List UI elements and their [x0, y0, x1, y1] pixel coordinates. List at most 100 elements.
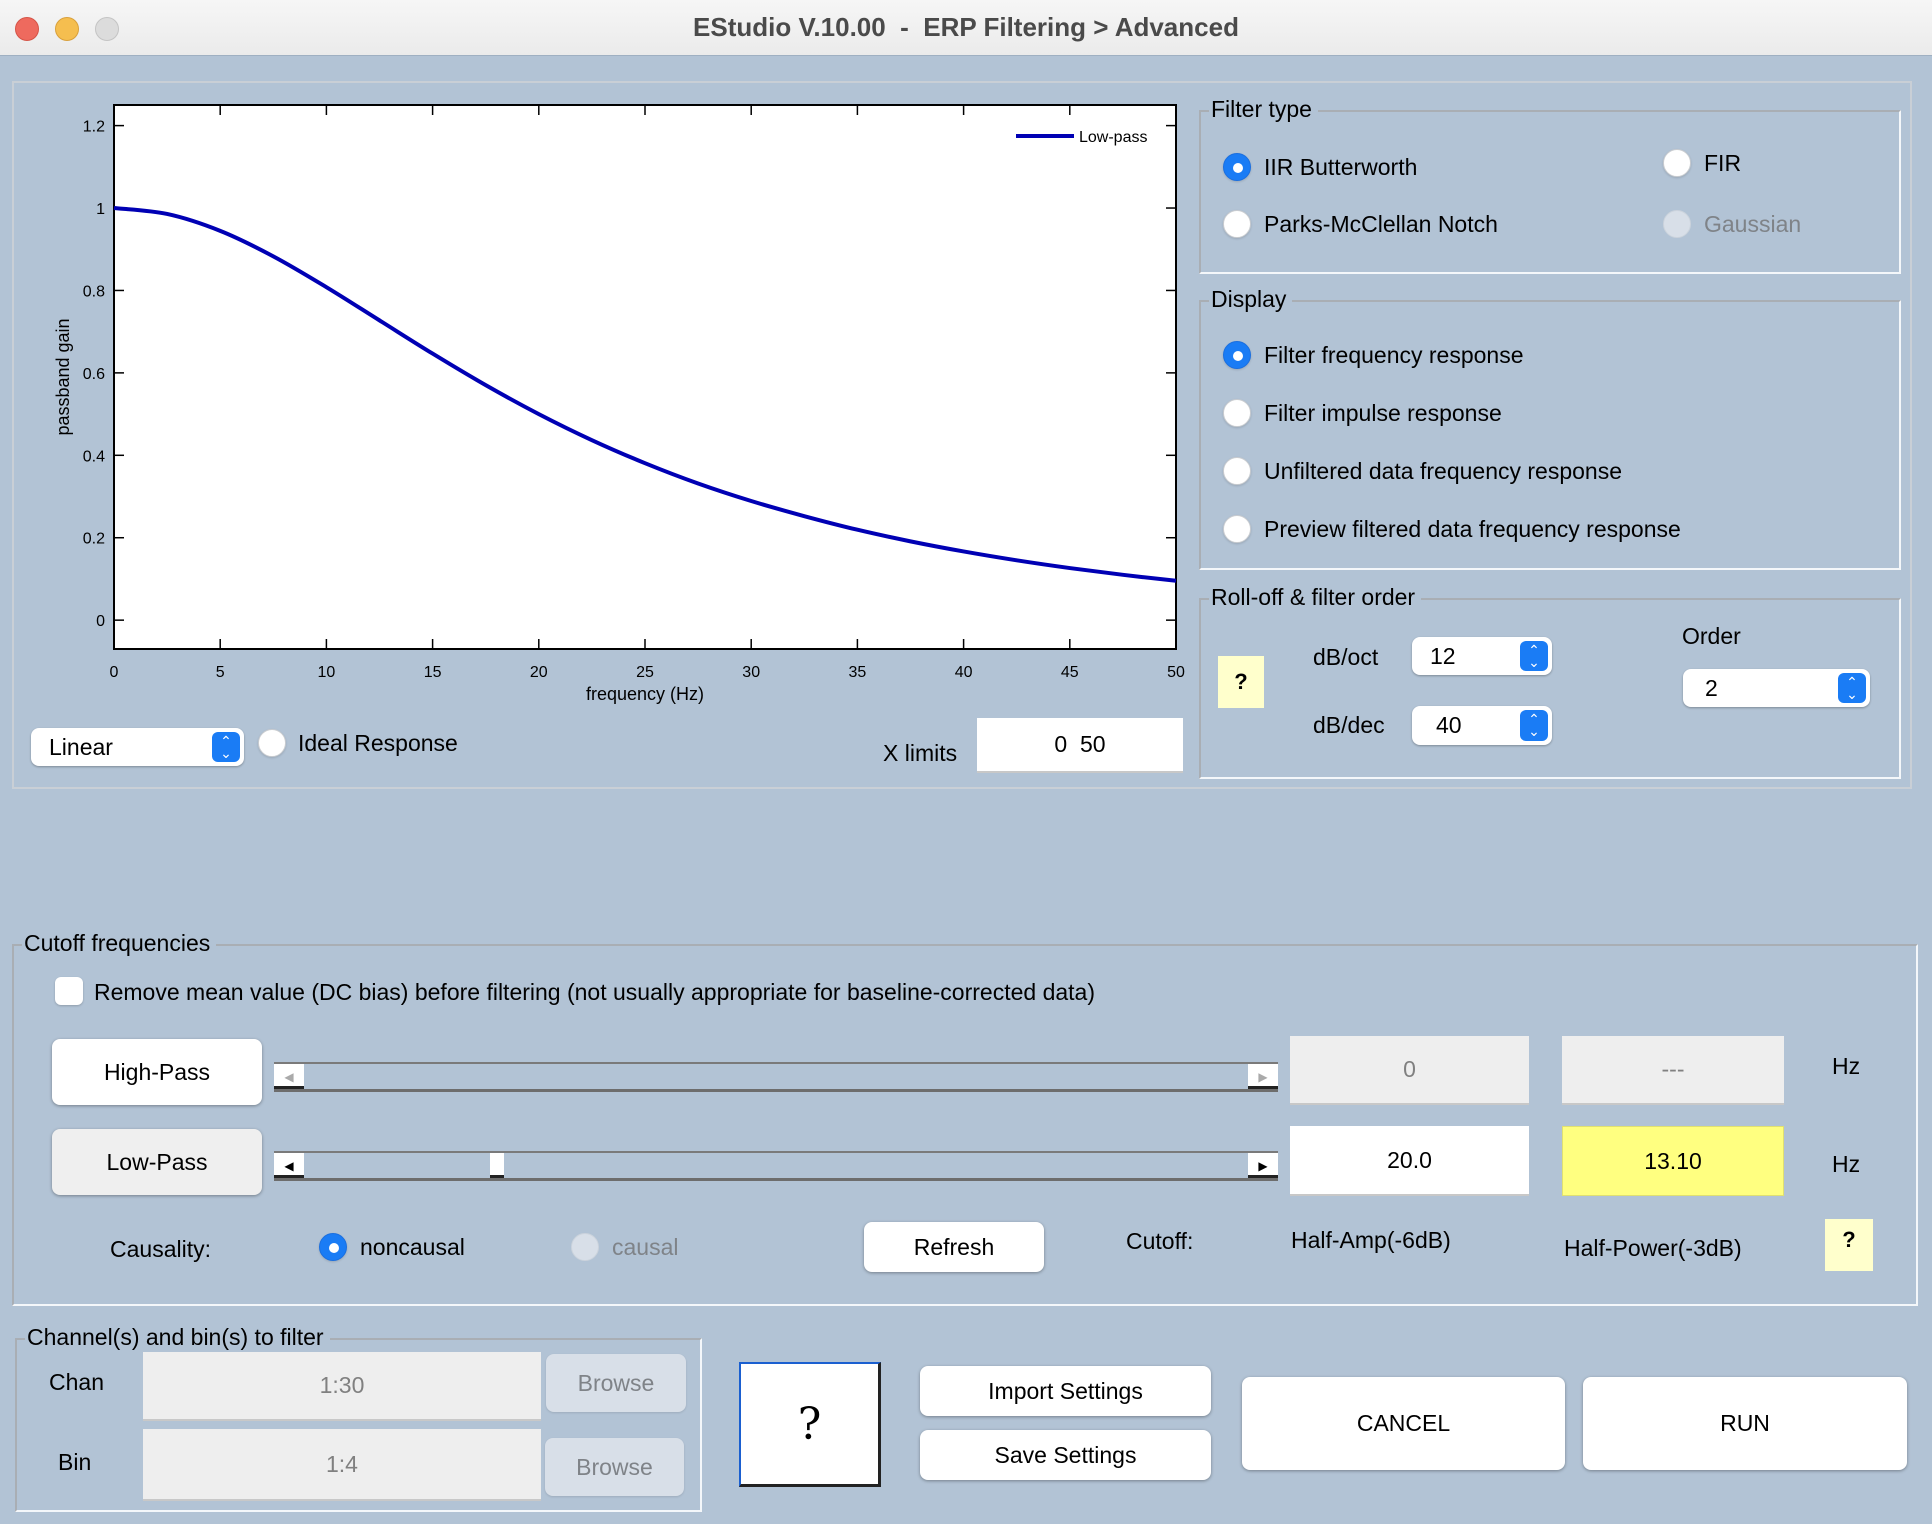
- window-title: EStudio V.10.00 - ERP Filtering > Advanc…: [693, 12, 1239, 42]
- filter-type-gaussian-radio: [1663, 210, 1691, 238]
- causal-label: causal: [612, 1234, 679, 1260]
- scale-select-value: Linear: [49, 734, 113, 760]
- display-preview-filtered-label: Preview filtered data frequency response: [1264, 516, 1681, 542]
- y-tick-label: 1.2: [83, 119, 105, 136]
- save-settings-button[interactable]: Save Settings: [920, 1430, 1211, 1480]
- order-select[interactable]: 2 ⌃ ⌄: [1683, 669, 1870, 707]
- high-pass-slider[interactable]: ◀ ▶: [274, 1062, 1278, 1092]
- run-button[interactable]: RUN: [1583, 1377, 1907, 1470]
- slider-left-arrow-icon[interactable]: ◀: [274, 1153, 304, 1178]
- filter-type-parks-mcclellan-radio[interactable]: [1223, 210, 1251, 238]
- question-mark-icon: ?: [797, 1398, 822, 1450]
- ideal-response-label: Ideal Response: [298, 730, 458, 756]
- low-pass-half-power-field[interactable]: 13.10: [1562, 1126, 1784, 1196]
- display-frequency-response-radio[interactable]: [1223, 341, 1251, 369]
- low-pass-half-amp-field[interactable]: 20.0: [1290, 1126, 1529, 1196]
- title-bar: EStudio V.10.00 - ERP Filtering > Advanc…: [0, 0, 1932, 56]
- db-oct-select[interactable]: 12 ⌃ ⌄: [1412, 637, 1552, 675]
- refresh-button[interactable]: Refresh: [864, 1222, 1044, 1272]
- filter-type-fir-label: FIR: [1704, 150, 1742, 176]
- x-tick-label: 15: [424, 664, 442, 681]
- filter-type-parks-mcclellan-label: Parks-McClellan Notch: [1264, 211, 1498, 237]
- cancel-button[interactable]: CANCEL: [1242, 1377, 1565, 1470]
- display-title: Display: [1209, 285, 1293, 313]
- slider-left-arrow-icon[interactable]: ◀: [274, 1064, 304, 1089]
- display-unfiltered-data-label: Unfiltered data frequency response: [1264, 458, 1622, 484]
- db-dec-select[interactable]: 40 ⌃ ⌄: [1412, 706, 1552, 745]
- y-axis-label: passband gain: [53, 318, 73, 435]
- order-label: Order: [1682, 623, 1741, 649]
- x-tick-label: 30: [742, 664, 760, 681]
- bin-browse-button: Browse: [545, 1438, 684, 1496]
- y-tick-label: 1: [96, 201, 105, 218]
- db-oct-value: 12: [1430, 643, 1456, 669]
- noncausal-radio[interactable]: [319, 1233, 347, 1261]
- bin-field: 1:4: [143, 1429, 541, 1501]
- remove-dc-checkbox[interactable]: [55, 977, 83, 1005]
- channels-bins-title: Channel(s) and bin(s) to filter: [25, 1323, 330, 1351]
- filter-type-fir-radio[interactable]: [1663, 149, 1691, 177]
- chevron-up-down-icon: ⌃ ⌄: [212, 732, 240, 762]
- display-impulse-response-label: Filter impulse response: [1264, 400, 1502, 426]
- rolloff-help-button[interactable]: ?: [1218, 656, 1264, 708]
- import-settings-button[interactable]: Import Settings: [920, 1366, 1211, 1416]
- display-preview-filtered-radio[interactable]: [1223, 515, 1251, 543]
- chan-label: Chan: [49, 1369, 104, 1395]
- filter-type-iir-butterworth-label: IIR Butterworth: [1264, 154, 1418, 180]
- high-pass-button[interactable]: High-Pass: [52, 1039, 262, 1105]
- xlimits-label: X limits: [883, 740, 958, 766]
- display-frequency-response-label: Filter frequency response: [1264, 342, 1524, 368]
- chan-browse-button: Browse: [546, 1354, 686, 1412]
- slider-right-arrow-icon[interactable]: ▶: [1248, 1153, 1278, 1178]
- y-tick-label: 0: [96, 613, 105, 630]
- high-pass-half-amp-field: 0: [1290, 1036, 1529, 1105]
- scale-select[interactable]: Linear ⌃ ⌄: [31, 728, 244, 766]
- order-value: 2: [1705, 675, 1718, 701]
- low-pass-slider[interactable]: ◀ ▶: [274, 1151, 1278, 1181]
- bin-label: Bin: [58, 1449, 92, 1475]
- y-tick-label: 0.2: [83, 531, 105, 548]
- y-tick-label: 0.6: [83, 366, 105, 383]
- y-tick-label: 0.8: [83, 283, 105, 300]
- chevron-up-down-icon: ⌃ ⌄: [1520, 710, 1548, 741]
- x-tick-label: 10: [318, 664, 336, 681]
- filter-type-iir-butterworth-radio[interactable]: [1223, 153, 1251, 181]
- rolloff-title: Roll-off & filter order: [1209, 583, 1422, 611]
- display-impulse-response-radio[interactable]: [1223, 399, 1251, 427]
- db-dec-label: dB/dec: [1313, 712, 1385, 738]
- x-tick-label: 35: [849, 664, 867, 681]
- filter-type-group: Filter type: [1199, 95, 1901, 274]
- half-amp-label: Half-Amp(-6dB): [1291, 1227, 1451, 1253]
- cutoff-frequencies-title: Cutoff frequencies: [22, 929, 217, 957]
- db-dec-value: 40: [1436, 712, 1462, 738]
- high-pass-half-power-field: ---: [1562, 1036, 1784, 1105]
- x-tick-label: 45: [1061, 664, 1079, 681]
- x-tick-label: 25: [636, 664, 654, 681]
- cutoff-help-button[interactable]: ?: [1825, 1219, 1873, 1271]
- remove-dc-label: Remove mean value (DC bias) before filte…: [94, 979, 1095, 1005]
- ideal-response-radio[interactable]: [258, 729, 286, 757]
- noncausal-label: noncausal: [360, 1234, 465, 1260]
- xlimits-input[interactable]: 0 50: [977, 718, 1183, 773]
- low-pass-slider-thumb[interactable]: [490, 1153, 504, 1178]
- legend-label-low-pass: Low-pass: [1079, 129, 1147, 146]
- causality-label: Causality:: [110, 1236, 211, 1262]
- chevron-up-down-icon: ⌃ ⌄: [1838, 673, 1866, 703]
- x-axis-label: frequency (Hz): [586, 684, 704, 704]
- cutoff-label: Cutoff:: [1126, 1228, 1194, 1254]
- display-unfiltered-data-radio[interactable]: [1223, 457, 1251, 485]
- half-power-label: Half-Power(-3dB): [1564, 1235, 1742, 1261]
- db-oct-label: dB/oct: [1313, 644, 1379, 670]
- low-pass-button[interactable]: Low-Pass: [52, 1129, 262, 1195]
- low-pass-unit-label: Hz: [1832, 1151, 1861, 1177]
- frequency-response-chart: 0 5 10 15 20 25 30 35 40 45 50 0 0.2 0.4 0.6 0.8 1 1.2 Lo…: [53, 104, 1185, 704]
- x-tick-label: 40: [955, 664, 973, 681]
- chan-field: 1:30: [143, 1352, 541, 1421]
- plot-area: [113, 104, 1177, 650]
- slider-right-arrow-icon[interactable]: ▶: [1248, 1064, 1278, 1089]
- filter-type-gaussian-label: Gaussian: [1704, 211, 1802, 237]
- help-button[interactable]: ?: [739, 1362, 881, 1487]
- filter-type-title: Filter type: [1209, 95, 1318, 123]
- x-tick-label: 20: [530, 664, 548, 681]
- high-pass-unit-label: Hz: [1832, 1053, 1861, 1079]
